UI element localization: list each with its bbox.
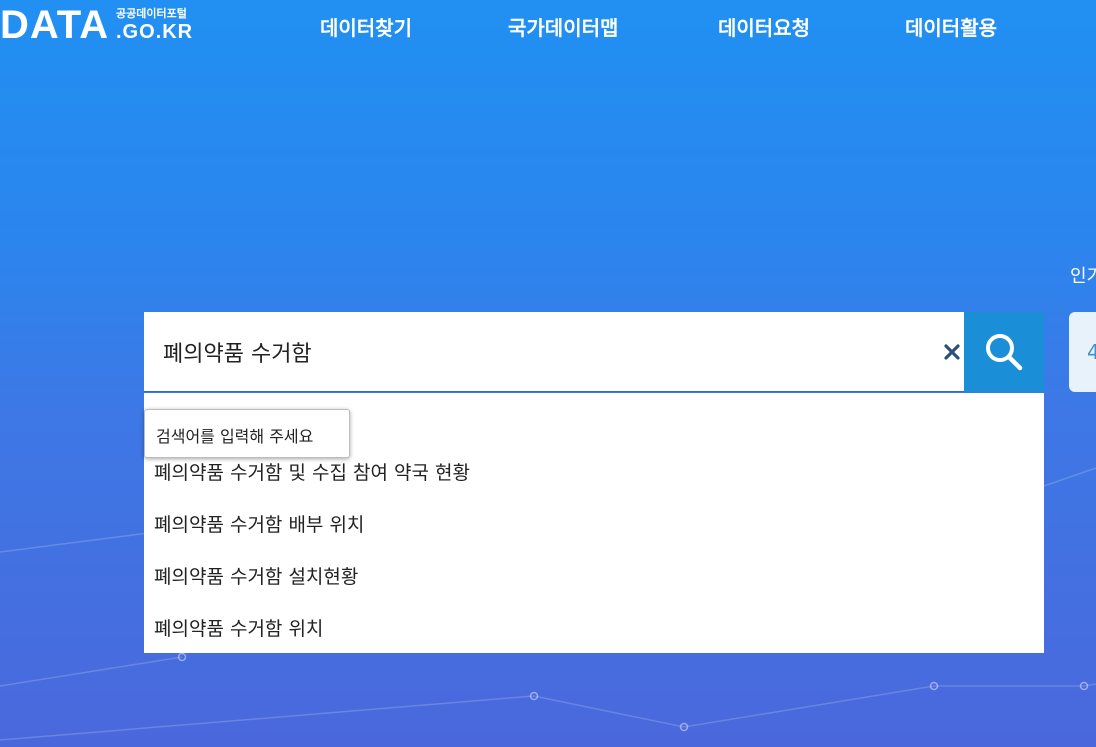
suggestion-item[interactable]: 폐의약품 수거함 및 수집 참여 약국 현황 [154,458,470,485]
close-icon [944,344,960,360]
nav-item-data-request[interactable]: 데이터요청 [718,12,810,41]
suggestion-item[interactable]: 폐의약품 수거함 위치 [154,614,323,641]
suggestion-item[interactable]: 폐의약품 수거함 설치현황 [154,562,358,589]
search-input[interactable] [144,312,944,391]
nav-item-data-utilization[interactable]: 데이터활용 [905,12,997,41]
search-box [144,312,1044,392]
search-button[interactable] [964,312,1044,392]
search-icon [986,334,1023,371]
clear-button[interactable] [940,340,964,364]
site-header: DATA 공공데이터포털 .GO.KR 데이터찾기 국가데이터맵 데이터요청 데… [0,0,1096,56]
suggestion-item[interactable]: 폐의약품 수거함 배부 위치 [154,510,364,537]
validation-tooltip: 검색어를 입력해 주세요 [144,409,350,458]
popular-card-value: 4 [1087,340,1096,364]
popular-label: 인기 [1070,266,1096,287]
popular-card[interactable]: 4 [1069,312,1096,392]
nav-item-find-data[interactable]: 데이터찾기 [320,12,412,41]
main-nav: 데이터찾기 국가데이터맵 데이터요청 데이터활용 [0,0,1096,50]
nav-item-national-data-map[interactable]: 국가데이터맵 [508,12,618,41]
